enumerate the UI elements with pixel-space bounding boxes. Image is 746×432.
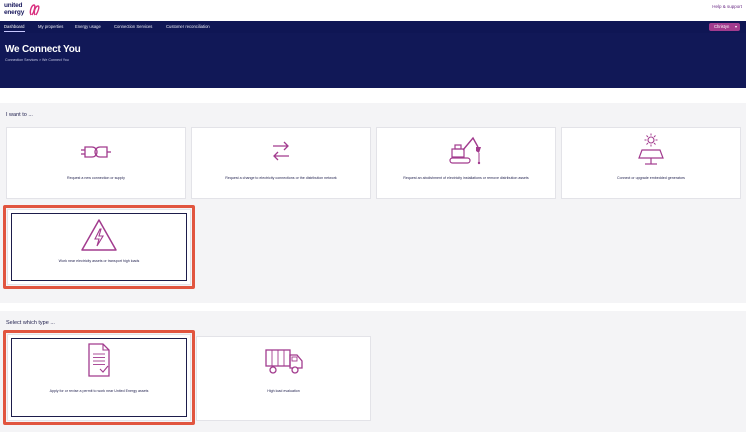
document-icon	[88, 343, 110, 377]
card-high-load-evaluation[interactable]: High load evaluation	[196, 336, 371, 421]
logo-text: united energy	[4, 2, 25, 16]
plug-icon	[81, 146, 111, 158]
user-menu-button[interactable]: Christyn ▾	[709, 23, 740, 31]
top-bar: united energy Help & support	[0, 0, 746, 21]
breadcrumb[interactable]: Connection Services > We Connect You	[5, 58, 69, 62]
card-label: Request a new connection or supply	[67, 176, 125, 180]
card-label: Work near electricity assets or transpor…	[58, 259, 140, 263]
nav-my-properties[interactable]: My properties	[38, 24, 63, 29]
card-label: Connect or upgrade embedded generators	[617, 176, 685, 180]
card-label: Request a change to electricity connecti…	[225, 176, 337, 180]
card-work-near-assets[interactable]: Work near electricity assets or transpor…	[7, 209, 191, 285]
chevron-down-icon: ▾	[734, 24, 737, 29]
swap-arrows-icon	[273, 141, 289, 161]
card-label: High load evaluation	[267, 389, 300, 393]
nav-dashboard[interactable]: Dashboard	[4, 24, 25, 32]
high-voltage-icon	[81, 219, 117, 251]
united-energy-logo[interactable]: united energy	[4, 2, 42, 19]
section-title-select-type: Select which type ...	[6, 320, 55, 326]
main-nav: Dashboard My properties Energy usage Con…	[0, 21, 746, 33]
card-label: Apply for or revise a permit to work nea…	[49, 389, 149, 393]
page-hero: We Connect You Connection Services > We …	[0, 33, 746, 88]
nav-connection-services[interactable]: Connection Services	[114, 24, 152, 29]
card-label: Request an abolishment of electricity in…	[403, 176, 529, 180]
card-new-connection[interactable]: Request a new connection or supply	[6, 127, 186, 199]
card-embedded-generators[interactable]: Connect or upgrade embedded generators	[561, 127, 741, 199]
help-support-link[interactable]: Help & support	[712, 4, 742, 9]
logo-mark-icon	[29, 4, 40, 16]
card-abolishment[interactable]: Request an abolishment of electricity in…	[376, 127, 556, 199]
card-permit-to-work[interactable]: Apply for or revise a permit to work nea…	[7, 334, 191, 421]
page-title: We Connect You	[5, 44, 81, 55]
user-name: Christyn	[714, 24, 730, 29]
solar-panel-icon	[638, 133, 664, 165]
section-title-i-want-to: I want to ...	[6, 112, 33, 118]
nav-energy-usage[interactable]: Energy usage	[75, 24, 101, 29]
card-request-change[interactable]: Request a change to electricity connecti…	[191, 127, 371, 199]
truck-icon	[264, 349, 303, 374]
nav-customer-reconciliation[interactable]: Customer reconciliation	[166, 24, 210, 29]
excavator-icon	[449, 136, 481, 165]
